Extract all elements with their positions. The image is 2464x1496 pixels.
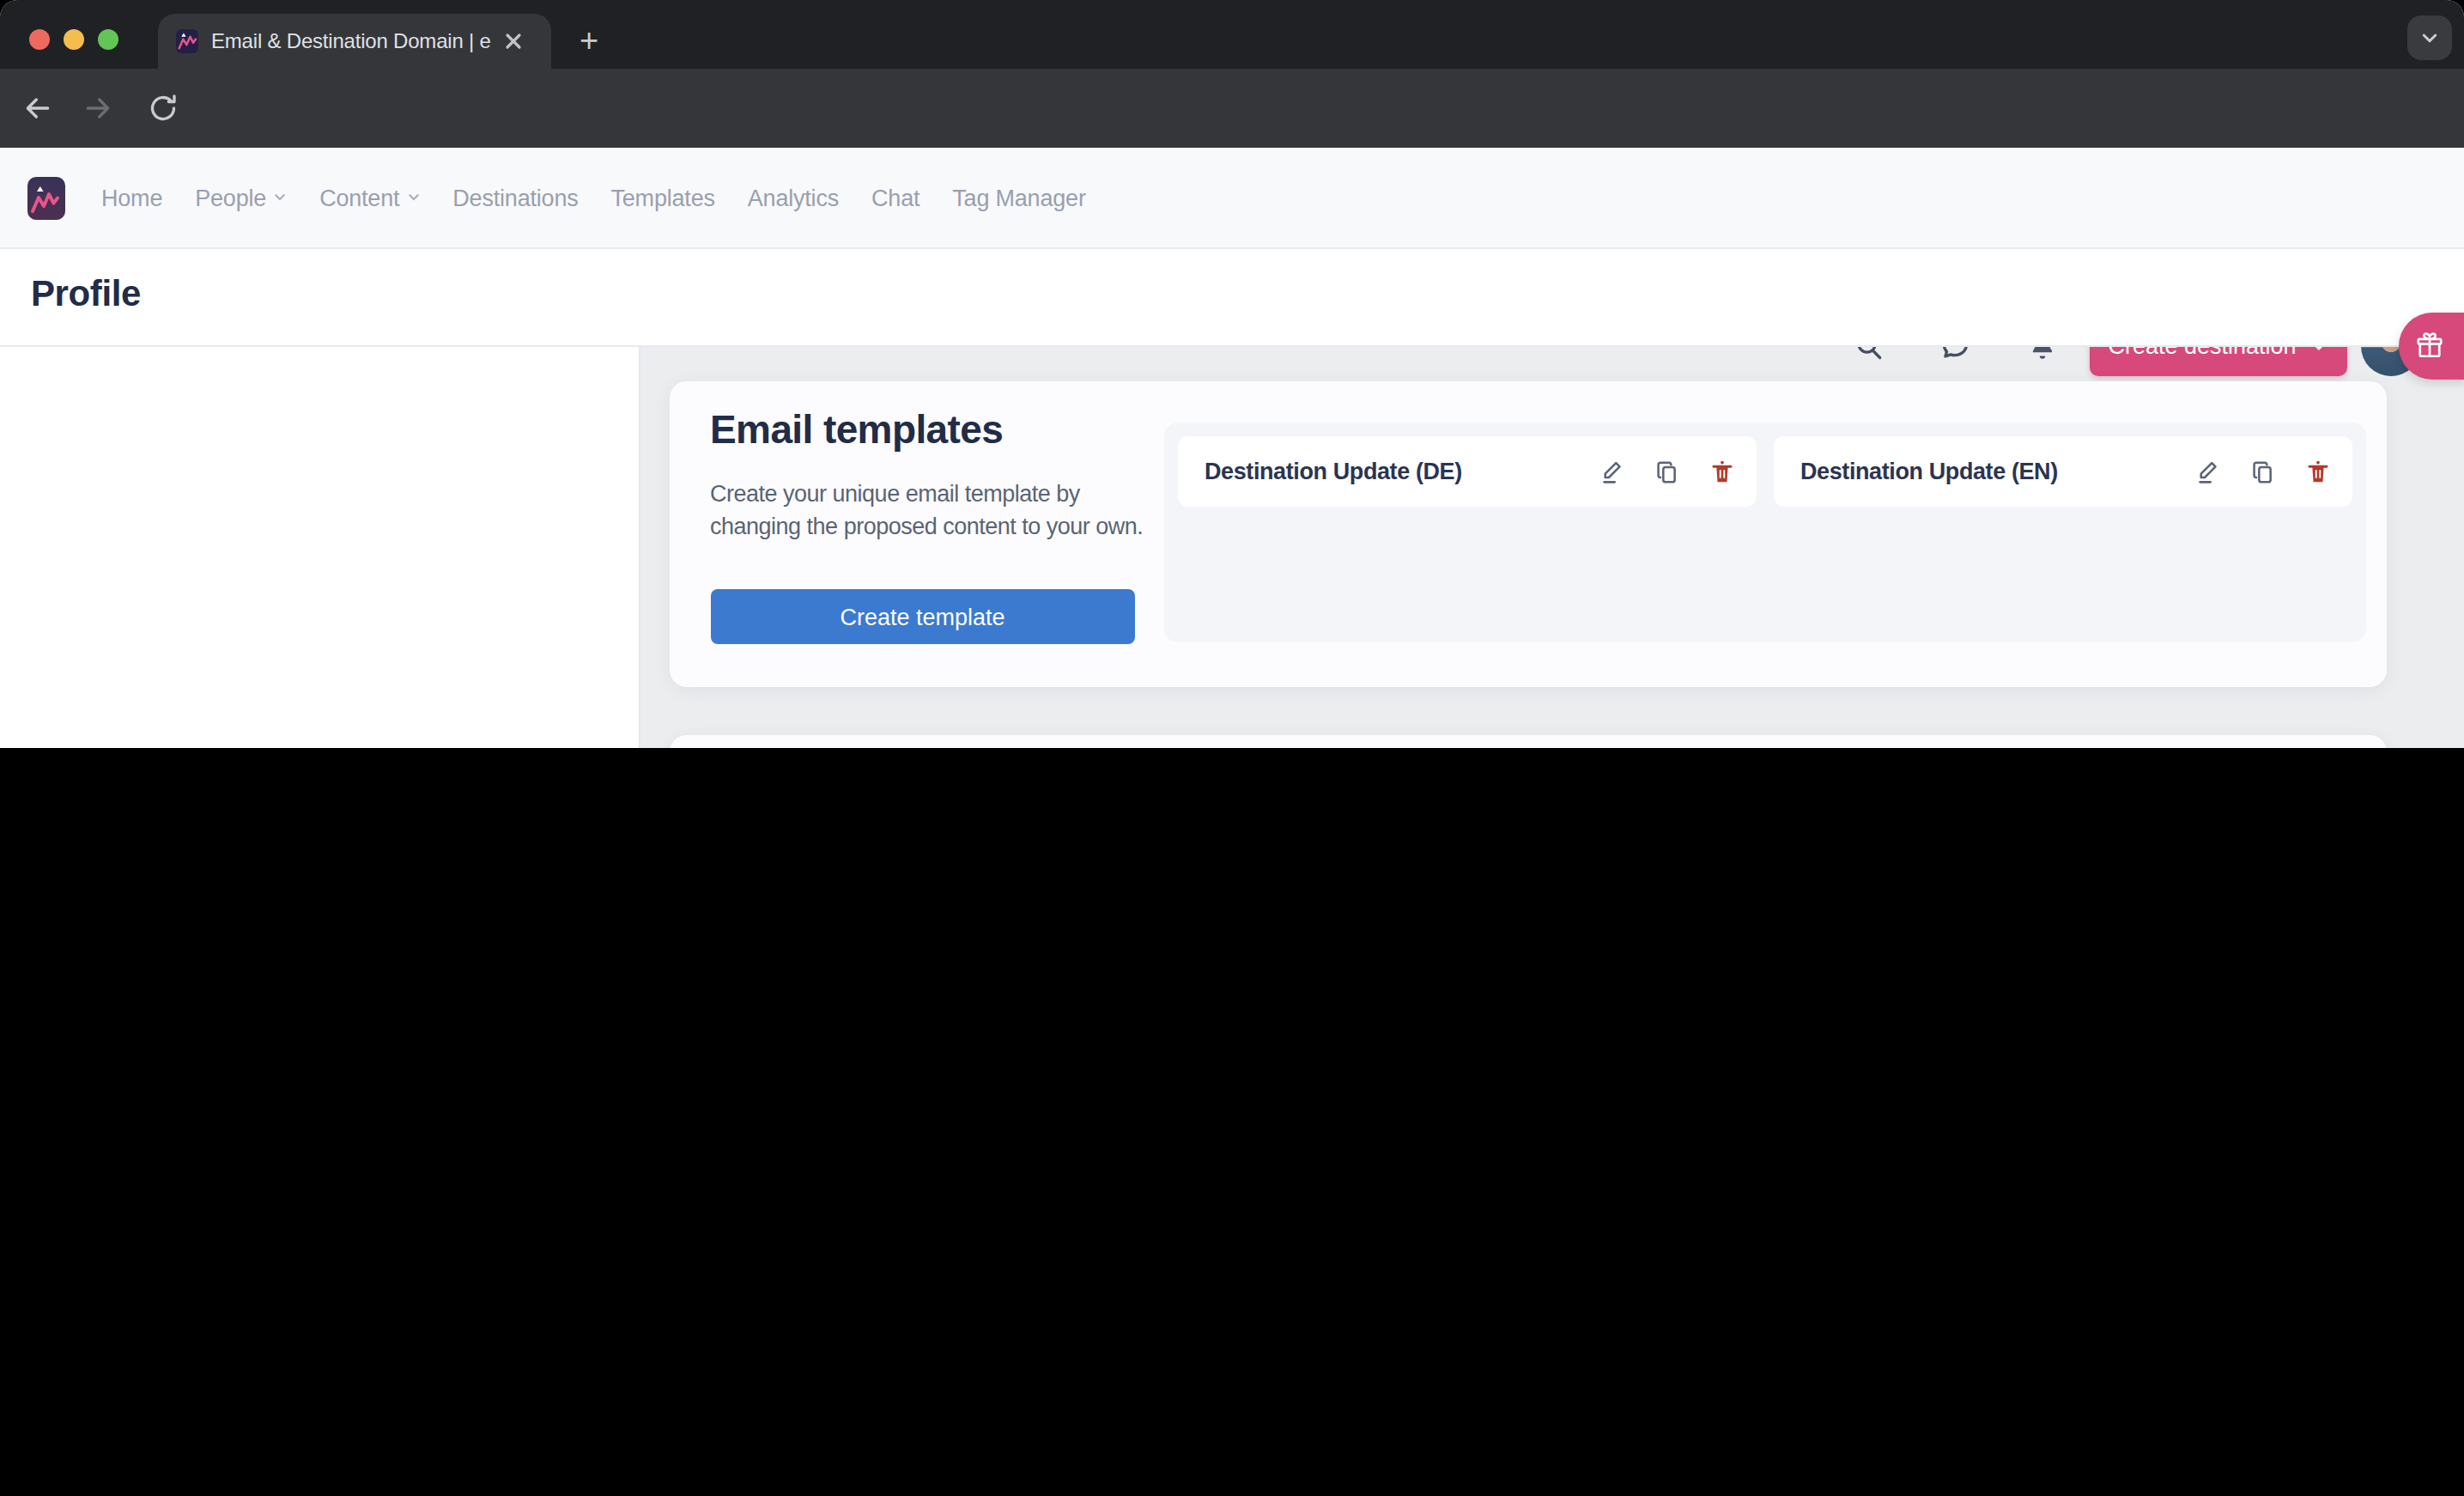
- new-tab-button[interactable]: +: [568, 21, 610, 62]
- tab-title: Email & Destination Domain | e: [211, 29, 500, 53]
- company-domain-card: Company email domain Send out destinatio…: [670, 735, 2387, 748]
- main-nav: Home People Content Destinations Templat…: [101, 148, 1086, 247]
- nav-templates[interactable]: Templates: [611, 185, 715, 210]
- window-close-button[interactable]: [29, 29, 50, 50]
- back-icon[interactable]: [21, 91, 55, 125]
- close-tab-icon[interactable]: [500, 27, 527, 55]
- copy-icon[interactable]: [1653, 458, 1680, 485]
- create-template-button[interactable]: Create template: [710, 589, 1135, 644]
- tab-favicon: [175, 29, 199, 53]
- window-minimize-button[interactable]: [64, 29, 84, 50]
- nav-chat[interactable]: Chat: [871, 185, 919, 210]
- edit-pencil-icon[interactable]: [2194, 458, 2221, 485]
- main-content: Email templates Create your unique email…: [640, 347, 2464, 748]
- emlen-logo[interactable]: [27, 177, 65, 220]
- nav-destinations[interactable]: Destinations: [452, 185, 578, 210]
- left-column: [0, 347, 640, 748]
- chevron-down-icon: [2419, 27, 2440, 48]
- nav-people[interactable]: People: [195, 185, 287, 210]
- gift-icon: [2413, 330, 2444, 361]
- templates-panel: Destination Update (DE) Destination Upda…: [1163, 423, 2365, 642]
- email-templates-card: Email templates Create your unique email…: [670, 380, 2387, 686]
- browser-tab[interactable]: Email & Destination Domain | e: [158, 14, 551, 69]
- edit-pencil-icon[interactable]: [1598, 458, 1625, 485]
- nav-content[interactable]: Content: [319, 185, 420, 210]
- browser-toolbar: app.emlen.io/settings/email_and_domain: [0, 69, 2464, 148]
- card-title: Email templates: [710, 406, 1003, 453]
- page-title-band: Profile: [0, 249, 2464, 347]
- chevron-down-icon: [273, 191, 287, 204]
- nav-home[interactable]: Home: [101, 185, 162, 210]
- chevron-down-icon: [406, 191, 420, 204]
- tab-search-button[interactable]: [2407, 15, 2452, 60]
- copy-icon[interactable]: [2249, 458, 2276, 485]
- nav-analytics[interactable]: Analytics: [748, 185, 839, 210]
- page-title: Profile: [31, 273, 141, 314]
- delete-trash-icon[interactable]: [1708, 458, 1735, 485]
- forward-icon[interactable]: [81, 91, 115, 125]
- nav-tag-manager[interactable]: Tag Manager: [952, 185, 1085, 210]
- window-zoom-button[interactable]: [98, 29, 118, 50]
- template-row[interactable]: Destination Update (DE): [1177, 436, 1756, 507]
- template-row[interactable]: Destination Update (EN): [1773, 436, 2352, 507]
- browser-window: Email & Destination Domain | e + app.eml…: [0, 0, 2464, 748]
- app-header: Home People Content Destinations Templat…: [0, 148, 2464, 249]
- card-description: Create your unique email template by cha…: [710, 477, 1160, 542]
- delete-trash-icon[interactable]: [2303, 458, 2331, 485]
- tab-strip: Email & Destination Domain | e +: [0, 0, 2464, 69]
- reload-icon[interactable]: [146, 91, 180, 125]
- gift-promo-button[interactable]: [2398, 312, 2464, 379]
